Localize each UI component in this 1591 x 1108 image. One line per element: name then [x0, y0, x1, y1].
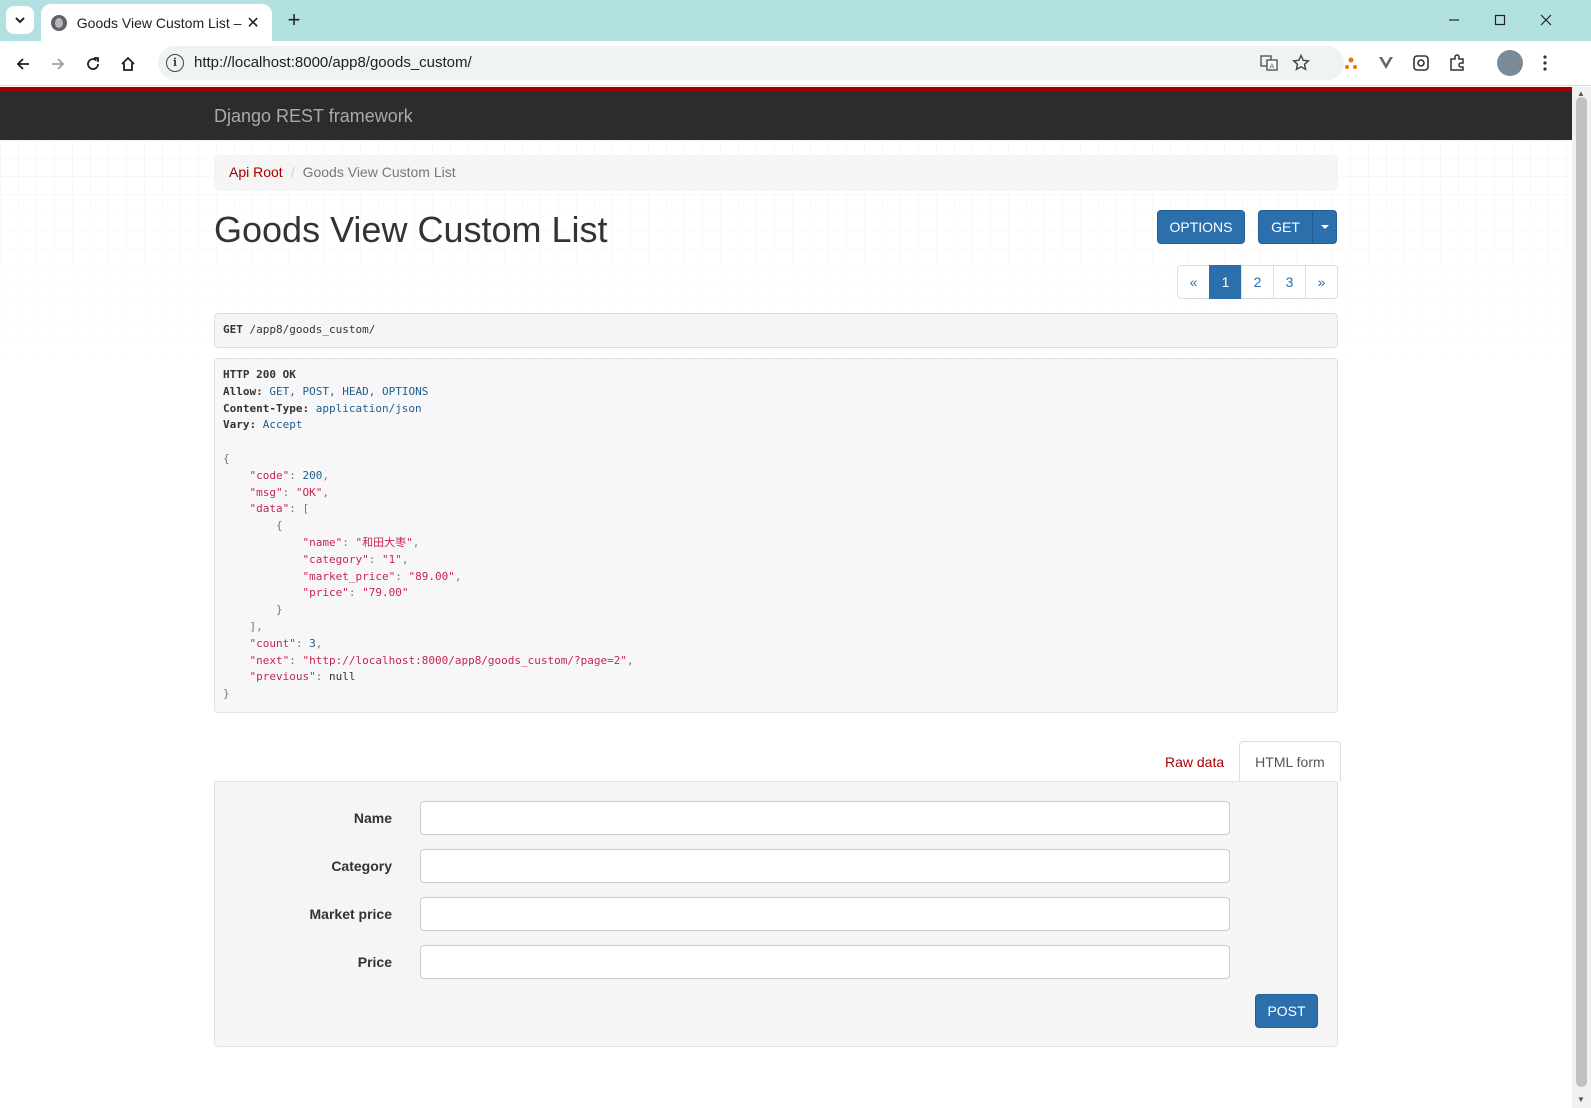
pagination-page-1[interactable]: 1 [1209, 265, 1242, 299]
pagination-prev[interactable]: « [1177, 265, 1210, 299]
new-tab-button[interactable]: + [280, 6, 308, 34]
brand-link[interactable]: Django REST framework [214, 106, 413, 127]
tab-html-form[interactable]: HTML form [1239, 741, 1341, 782]
allow-header-key: Allow: [223, 384, 263, 398]
browser-toolbar: i http://localhost:8000/app8/goods_custo… [0, 41, 1591, 86]
translate-icon[interactable]: A [1258, 53, 1280, 73]
price-field[interactable] [420, 945, 1230, 979]
name-label: Name [353, 810, 392, 826]
request-path: /app8/goods_custom/ [249, 323, 376, 336]
market-price-field[interactable] [420, 897, 1230, 931]
form-row-price: Price [215, 945, 1339, 979]
json-item-category: 1 [388, 552, 396, 566]
arrow-left-icon [16, 58, 29, 70]
globe-icon [51, 14, 67, 31]
pagination-page-2[interactable]: 2 [1241, 265, 1274, 299]
arrow-right-icon [52, 58, 65, 70]
forward-button[interactable] [43, 49, 73, 79]
vary-header-value: Accept [262, 418, 303, 432]
response-status: HTTP 200 OK [223, 368, 296, 381]
site-info-icon[interactable]: i [166, 54, 184, 72]
breadcrumb-api-root[interactable]: Api Root [229, 164, 283, 180]
category-field[interactable] [420, 849, 1230, 883]
tab-strip: Goods View Custom List – Dj ✕ + [0, 0, 1591, 41]
options-button[interactable]: OPTIONS [1157, 210, 1245, 244]
close-icon[interactable]: ✕ [244, 13, 262, 33]
maximize-icon [1494, 14, 1506, 26]
json-item-market-price: 89.00 [415, 569, 449, 583]
form-row-name: Name [215, 801, 1339, 835]
extension-puzzle-alt-icon[interactable] [1410, 52, 1432, 74]
tab-search-button[interactable] [6, 6, 34, 34]
breadcrumb-separator: / [290, 164, 295, 180]
name-field[interactable] [420, 801, 1230, 835]
pagination: « 1 2 3 » [1177, 265, 1338, 299]
url-text[interactable]: http://localhost:8000/app8/goods_custom/ [194, 54, 472, 71]
post-button[interactable]: POST [1255, 994, 1318, 1028]
tab-raw-data[interactable]: Raw data [1150, 741, 1239, 782]
scroll-down-icon[interactable]: ▼ [1577, 1095, 1585, 1104]
extension-icon[interactable] [1340, 52, 1362, 74]
extensions-icon[interactable] [1446, 52, 1468, 74]
back-button[interactable] [8, 49, 38, 79]
page-scrollbar[interactable]: ▲ ▼ [1572, 87, 1591, 1108]
home-button[interactable] [113, 49, 143, 79]
page-title: Goods View Custom List [214, 209, 608, 250]
minimize-button[interactable] [1431, 0, 1477, 40]
content-type-header-value: application/json [315, 401, 422, 415]
minimize-icon [1449, 19, 1459, 21]
breadcrumb: Api Root / Goods View Custom List [214, 155, 1338, 191]
menu-icon[interactable] [1534, 52, 1556, 74]
form-row-market-price: Market price [215, 897, 1339, 931]
maximize-button[interactable] [1477, 0, 1523, 40]
breadcrumb-current: Goods View Custom List [302, 164, 456, 180]
navbar: Django REST framework [0, 87, 1572, 140]
json-msg: OK [302, 485, 316, 499]
json-count: 3 [309, 636, 316, 650]
form-row-category: Category [215, 849, 1339, 883]
vary-header-key: Vary: [223, 418, 257, 432]
pagination-page-3[interactable]: 3 [1273, 265, 1306, 299]
close-icon [1540, 14, 1552, 26]
address-bar[interactable]: i http://localhost:8000/app8/goods_custo… [158, 46, 1344, 80]
chevron-down-icon [15, 17, 25, 24]
get-button[interactable]: GET [1258, 210, 1313, 244]
reload-icon [87, 57, 99, 70]
json-item-price: 79.00 [368, 586, 402, 600]
post-form: Name Category Market price Price POST [214, 781, 1338, 1047]
category-label: Category [331, 858, 392, 874]
reload-button[interactable] [78, 49, 108, 79]
response-info: HTTP 200 OK Allow: GET, POST, HEAD, OPTI… [214, 358, 1338, 713]
close-window-button[interactable] [1523, 0, 1569, 40]
market-price-label: Market price [309, 906, 392, 922]
svg-text:A: A [1270, 63, 1275, 71]
json-code: 200 [302, 468, 323, 482]
star-icon[interactable] [1290, 53, 1312, 73]
price-label: Price [357, 954, 392, 970]
browser-tab[interactable]: Goods View Custom List – Dj ✕ [41, 4, 272, 41]
get-format-dropdown[interactable] [1312, 210, 1337, 244]
allow-header-value: GET, POST, HEAD, OPTIONS [269, 384, 429, 398]
request-method: GET [223, 323, 243, 336]
request-info: GET /app8/goods_custom/ [214, 313, 1338, 348]
form-tabs: Raw data HTML form [1150, 741, 1341, 782]
json-previous: null [328, 670, 356, 684]
json-next-link[interactable]: http://localhost:8000/app8/goods_custom/… [309, 654, 620, 667]
scroll-thumb[interactable] [1576, 97, 1587, 1087]
content-type-header-key: Content-Type: [223, 401, 310, 415]
pagination-next[interactable]: » [1305, 265, 1338, 299]
page: Django REST framework Api Root / Goods Vie… [0, 87, 1572, 1108]
json-item-name: 和田大枣 [362, 535, 407, 549]
vue-devtools-icon[interactable] [1375, 52, 1397, 74]
caret-down-icon [1320, 225, 1329, 229]
home-icon [121, 56, 135, 71]
avatar[interactable] [1497, 50, 1523, 76]
tab-title: Goods View Custom List – Dj [76, 14, 245, 31]
